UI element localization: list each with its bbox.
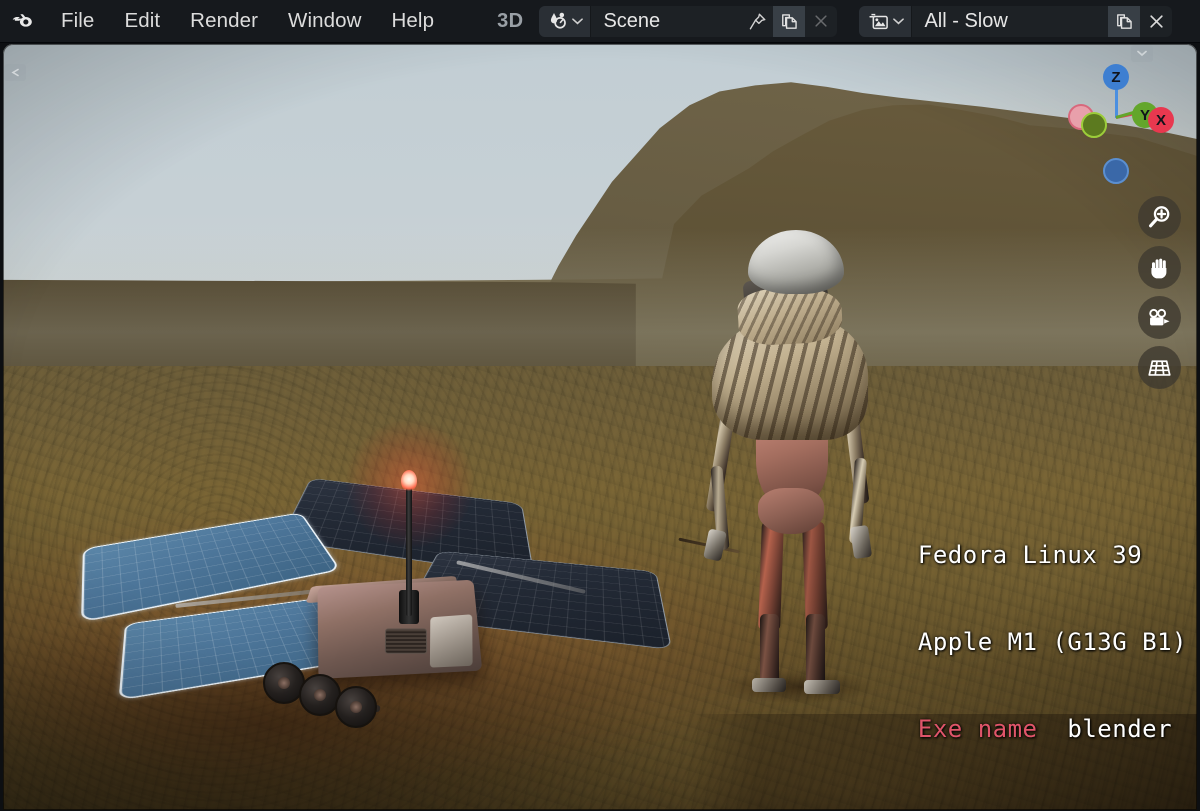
collapse-left-icon [11, 68, 19, 77]
gizmo-axis-x-label: X [1155, 111, 1166, 129]
toggle-perspective-button[interactable] [1138, 346, 1181, 389]
gizmo-axis-z-positive[interactable]: Z [1103, 64, 1129, 90]
gizmo-axis-y-negative[interactable] [1081, 112, 1107, 138]
blender-logo-icon[interactable] [0, 0, 46, 43]
viewport-collapse-right-button[interactable] [1131, 45, 1153, 62]
system-info-overlay: Fedora Linux 39 Apple M1 (G13G B1) Exe n… [906, 479, 1197, 808]
close-icon [1150, 14, 1163, 28]
viewlayer-close-button[interactable] [1140, 6, 1172, 37]
camera-view-button[interactable] [1138, 296, 1181, 339]
grid-perspective-icon [1148, 359, 1171, 376]
render-layers-icon [869, 13, 889, 29]
pan-tool-button[interactable] [1138, 246, 1181, 289]
top-bar: File Edit Render Window Help 3D Scene Al… [0, 0, 1200, 43]
scene-pin-button[interactable] [741, 6, 773, 37]
collapse-right-icon [1137, 50, 1147, 57]
viewport-render: Z Y X Fedora Linux 39 Apple M1 (G13G B1)… [3, 44, 1197, 810]
menu-item-help[interactable]: Help [377, 6, 450, 36]
gizmo-axis-z-negative[interactable] [1103, 158, 1129, 184]
system-info-exe-row: Exe name blender [918, 715, 1187, 744]
camera-icon [1149, 308, 1170, 325]
gizmo-axis-x-positive[interactable]: X [1148, 107, 1174, 133]
pin-icon [749, 13, 766, 29]
scene-datablock-selector: Scene [539, 5, 838, 37]
system-info-os: Fedora Linux 39 [917, 541, 1143, 569]
viewlayer-name-field[interactable]: All - Slow [912, 6, 1108, 37]
gizmo-axis-z-label: Z [1111, 68, 1121, 86]
system-info-cpu: Apple M1 (G13G B1) [917, 628, 1187, 656]
scene-datablock-dropdown[interactable] [539, 5, 592, 37]
chevron-down-icon [572, 18, 584, 25]
viewlayer-duplicate-button[interactable] [1108, 5, 1141, 37]
zoom-tool-button[interactable] [1138, 196, 1181, 239]
scene-datablock-icon [551, 12, 567, 29]
scene-close-button[interactable] [805, 6, 837, 37]
menu-bar: File Edit Render Window Help [46, 6, 449, 36]
magnifier-plus-icon [1149, 206, 1170, 228]
menu-item-render[interactable]: Render [175, 6, 273, 36]
viewport-tool-strip [1138, 196, 1181, 389]
navigation-gizmo[interactable]: Z Y X [1068, 62, 1174, 184]
copy-icon [782, 13, 797, 29]
hand-icon [1150, 258, 1166, 278]
menu-item-window[interactable]: Window [273, 6, 377, 36]
scene-name-field[interactable]: Scene [591, 6, 741, 37]
menu-item-edit[interactable]: Edit [109, 6, 175, 36]
viewport-collapse-left-button[interactable] [4, 64, 26, 81]
chevron-down-icon [893, 18, 905, 25]
system-info-exe-value: blender [1067, 715, 1173, 743]
blender-window: File Edit Render Window Help 3D Scene Al… [0, 0, 1200, 811]
menu-item-file[interactable]: File [46, 6, 109, 36]
system-info-exe-label: Exe name [917, 715, 1038, 743]
3d-viewport[interactable]: Z Y X Fedora Linux 39 Apple M1 (G13G B1)… [3, 44, 1197, 810]
close-icon [815, 15, 828, 27]
viewlayer-datablock-selector: All - Slow [859, 5, 1173, 37]
viewlayer-datablock-dropdown[interactable] [859, 5, 913, 37]
workspace-tab-3d[interactable]: 3D [495, 10, 533, 33]
copy-icon [1117, 13, 1132, 29]
scene-duplicate-button[interactable] [773, 5, 806, 37]
